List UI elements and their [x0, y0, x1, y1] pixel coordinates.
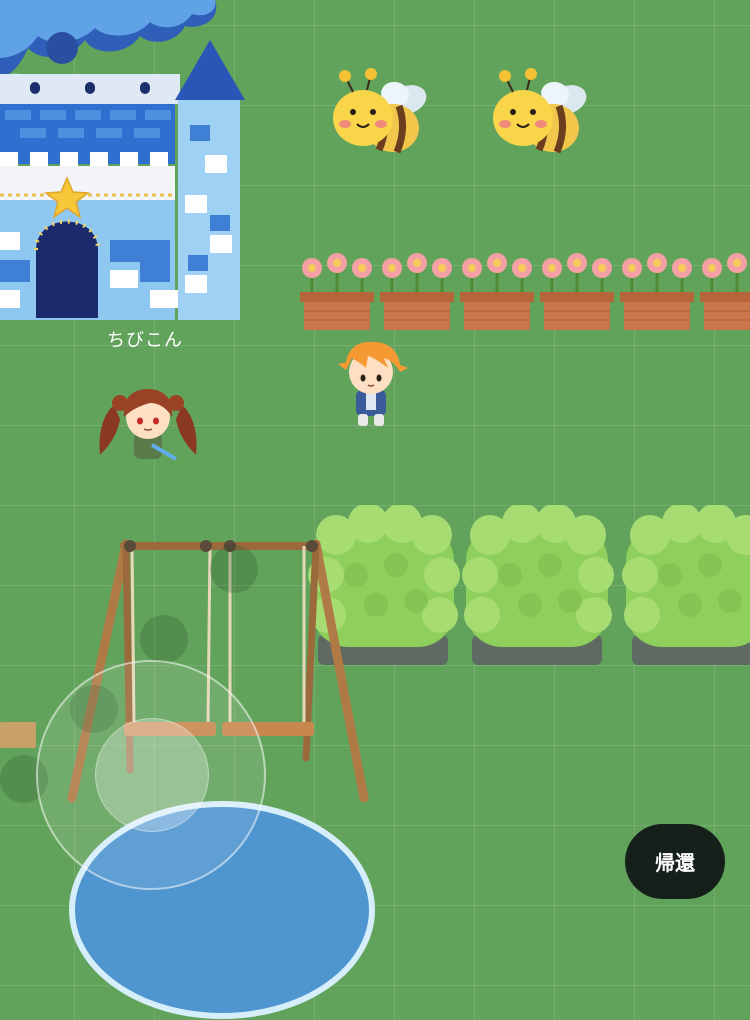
other-avatar[interactable]	[92, 385, 204, 467]
flower-planter-icon[interactable]	[698, 250, 750, 332]
joystick-knob[interactable]	[95, 718, 209, 832]
ground-shadow	[140, 615, 188, 663]
wooden-plank	[0, 722, 36, 748]
castle-icon[interactable]	[0, 0, 250, 325]
player-avatar[interactable]	[330, 338, 412, 430]
flower-planter-icon[interactable]	[618, 250, 696, 332]
bee-icon[interactable]	[315, 68, 440, 163]
flower-planter-icon[interactable]	[378, 250, 456, 332]
ground-shadow	[210, 545, 258, 593]
castle-name-label: ちびこん	[107, 330, 183, 351]
bee-icon[interactable]	[475, 68, 600, 163]
flower-planter-icon[interactable]	[298, 250, 376, 332]
flower-planter-icon[interactable]	[458, 250, 536, 332]
flower-planter-icon[interactable]	[538, 250, 616, 332]
bush-icon[interactable]	[620, 505, 750, 670]
bush-icon[interactable]	[460, 505, 615, 670]
return-button[interactable]: 帰還	[625, 824, 725, 899]
